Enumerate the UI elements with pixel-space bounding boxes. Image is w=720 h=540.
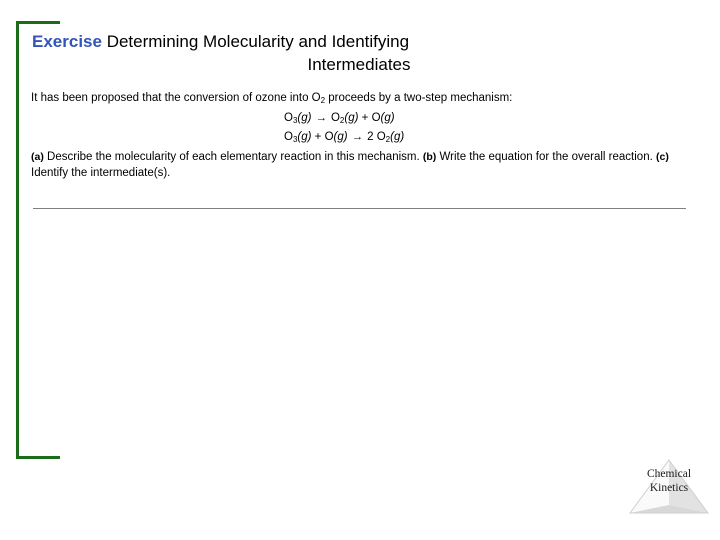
eq2-reactant1: O (284, 131, 293, 143)
green-bracket-bottom (16, 456, 60, 459)
equation-step-2: O3(g) + O(g) → 2 O2(g) (31, 129, 687, 149)
title-heading-line1: Determining Molecularity and Identifying (106, 32, 410, 51)
exercise-label: Exercise (32, 32, 102, 51)
slide-title: Exercise Determining Molecularity and Id… (28, 30, 690, 76)
logo-caption-line2: Kinetics (649, 482, 689, 494)
question-c-label: (c) (655, 150, 669, 163)
green-bracket-left-rail (16, 21, 19, 459)
eq1-product2: O (371, 111, 381, 124)
chemical-kinetics-logo: Chemical Kinetics (628, 458, 710, 516)
logo-caption-line1: Chemical (646, 468, 692, 480)
eq1-product2-state: (g) (380, 111, 395, 124)
eq1-reactant: O (284, 111, 293, 124)
eq2-reactant1-state: (g) (297, 131, 312, 143)
question-a-label: (a) (31, 150, 44, 163)
question-c-text: Identify the intermediate(s). (31, 167, 171, 179)
eq2-product-state: (g) (390, 131, 405, 143)
green-bracket-top (16, 21, 60, 24)
eq2-reactant2-state: (g) (333, 131, 348, 143)
eq2-product: O (376, 131, 386, 143)
title-heading-line2: Intermediates (307, 55, 411, 74)
question-a-text: Describe the molecularity of each elemen… (43, 150, 423, 163)
intro-prefix: It has been proposed that the conversion… (31, 92, 321, 104)
intro-suffix: proceeds by a two-step mechanism: (325, 92, 513, 104)
eq2-reactant2: O (324, 131, 334, 143)
equation-step-1-inner: O3(g) → O2(g) + O(g) (284, 110, 444, 130)
equation-step-1: O3(g) → O2(g) + O(g) (31, 110, 687, 130)
intro-paragraph: It has been proposed that the conversion… (31, 90, 687, 110)
logo-caption: Chemical Kinetics (628, 467, 710, 495)
questions-paragraph: (a) Describe the molecularity of each el… (31, 149, 687, 182)
question-b-text: Write the equation for the overall react… (436, 150, 656, 163)
eq1-reactant-state: (g) (297, 111, 312, 124)
slide-body: It has been proposed that the conversion… (31, 90, 687, 182)
eq1-product1: O (330, 111, 340, 124)
horizontal-divider (33, 208, 686, 209)
slide-canvas: Exercise Determining Molecularity and Id… (0, 0, 720, 540)
eq1-arrow-icon: → (315, 111, 327, 124)
equation-step-2-inner: O3(g) + O(g) → 2 O2(g) (284, 129, 444, 149)
page-title: Exercise Determining Molecularity and Id… (28, 30, 690, 53)
question-b-label: (b) (422, 150, 437, 163)
eq1-product1-state: (g) (344, 111, 359, 124)
eq2-arrow-icon: → (351, 131, 364, 143)
